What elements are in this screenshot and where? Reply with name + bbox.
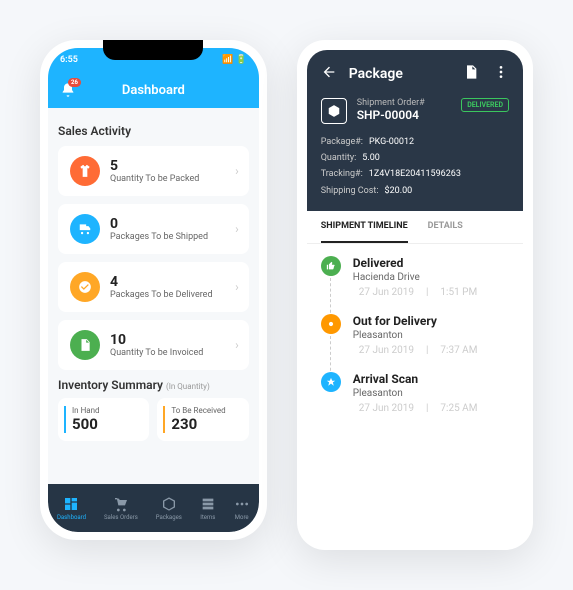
tab-details[interactable]: DETAILS	[428, 211, 463, 243]
thumbs-up-icon	[321, 256, 341, 276]
timeline-item: Out for Delivery Pleasanton 27 Jun 2019|…	[321, 314, 509, 372]
shirt-icon	[70, 156, 100, 186]
notification-badge: 26	[68, 78, 81, 87]
card-text: 4 Packages To be Delivered	[110, 274, 213, 300]
card-invoiced[interactable]: 10 Quantity To be Invoiced ›	[58, 320, 249, 370]
header-actions	[463, 64, 509, 84]
status-time: 6:55	[60, 55, 78, 65]
notifications-button[interactable]: 26	[60, 82, 76, 98]
page-title: Package	[349, 66, 451, 82]
chevron-right-icon: ›	[235, 222, 239, 236]
arrival-icon	[321, 372, 341, 392]
status-icons: 📶 🔋	[222, 55, 247, 65]
card-text: 10 Quantity To be Invoiced	[110, 332, 203, 358]
timeline-body: Arrival Scan Pleasanton 27 Jun 2019|7:25…	[353, 372, 484, 414]
delivery-icon	[321, 314, 341, 334]
timeline-item: Arrival Scan Pleasanton 27 Jun 2019|7:25…	[321, 372, 509, 430]
inventory-title: Inventory Summary (In Quantity)	[58, 378, 249, 392]
inventory-row: In Hand 500 To Be Received 230	[58, 398, 249, 441]
check-circle-icon	[70, 272, 100, 302]
back-button[interactable]	[321, 64, 337, 84]
timeline-item: Delivered Hacienda Drive 27 Jun 2019|1:5…	[321, 256, 509, 314]
package-header: Package Shipment Order# SHP-00004 DELIVE…	[307, 50, 523, 211]
timeline-body: Delivered Hacienda Drive 27 Jun 2019|1:5…	[353, 256, 484, 298]
card-shipped[interactable]: 0 Packages To be Shipped ›	[58, 204, 249, 254]
sales-activity-title: Sales Activity	[58, 124, 249, 138]
header: 26 Dashboard	[48, 72, 259, 108]
tab-sales-orders[interactable]: Sales Orders	[104, 496, 138, 521]
shipment-info: Shipment Order# SHP-00004	[357, 98, 425, 122]
card-text: 5 Quantity To be Packed	[110, 158, 199, 184]
header-top: Package	[321, 64, 509, 84]
notch	[103, 40, 203, 60]
card-delivered[interactable]: 4 Packages To be Delivered ›	[58, 262, 249, 312]
shipment-row: Shipment Order# SHP-00004 DELIVERED	[321, 98, 509, 124]
tab-more[interactable]: More	[234, 496, 250, 521]
invoice-icon	[70, 330, 100, 360]
package-icon	[321, 98, 347, 124]
phone-dashboard: 6:55 📶 🔋 26 Dashboard Sales Activity 5 Q…	[40, 40, 267, 540]
truck-icon	[70, 214, 100, 244]
tabs: SHIPMENT TIMELINE DETAILS	[307, 211, 523, 244]
chevron-right-icon: ›	[235, 280, 239, 294]
screen-package: Package Shipment Order# SHP-00004 DELIVE…	[307, 50, 523, 540]
status-badge: DELIVERED	[461, 98, 509, 112]
card-text: 0 Packages To be Shipped	[110, 216, 208, 242]
pdf-button[interactable]	[463, 64, 479, 84]
content: Sales Activity 5 Quantity To be Packed ›…	[48, 108, 259, 441]
phone-package: Package Shipment Order# SHP-00004 DELIVE…	[297, 40, 533, 550]
card-packed[interactable]: 5 Quantity To be Packed ›	[58, 146, 249, 196]
inv-in-hand[interactable]: In Hand 500	[58, 398, 149, 441]
tab-bar: Dashboard Sales Orders Packages Items Mo…	[48, 484, 259, 532]
package-meta: Package#:PKG-00012 Quantity:5.00 Trackin…	[321, 134, 509, 199]
chevron-right-icon: ›	[235, 338, 239, 352]
more-button[interactable]	[493, 64, 509, 84]
chevron-right-icon: ›	[235, 164, 239, 178]
inv-to-receive[interactable]: To Be Received 230	[157, 398, 248, 441]
timeline: Delivered Hacienda Drive 27 Jun 2019|1:5…	[307, 244, 523, 442]
tab-timeline[interactable]: SHIPMENT TIMELINE	[321, 211, 408, 243]
timeline-body: Out for Delivery Pleasanton 27 Jun 2019|…	[353, 314, 484, 356]
tab-dashboard[interactable]: Dashboard	[57, 496, 86, 521]
screen-dashboard: 6:55 📶 🔋 26 Dashboard Sales Activity 5 Q…	[48, 48, 259, 532]
tab-packages[interactable]: Packages	[156, 496, 182, 521]
tab-items[interactable]: Items	[200, 496, 216, 521]
page-title: Dashboard	[122, 83, 185, 98]
